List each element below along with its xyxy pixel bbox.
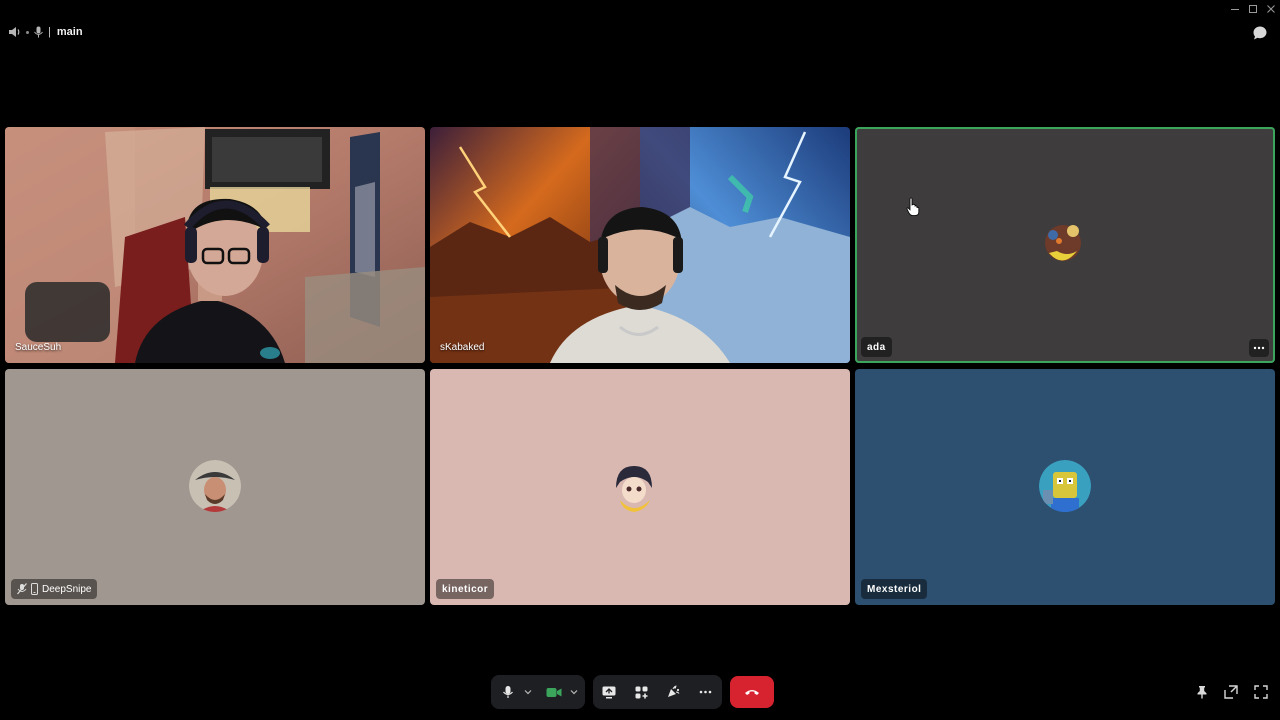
- minimize-button[interactable]: [1228, 2, 1242, 16]
- avatar-tile-ada[interactable]: ada: [855, 127, 1275, 363]
- avatar-tile-mexsteriol[interactable]: Mexsteriol: [855, 369, 1275, 605]
- participant-name-tag: sKabaked: [436, 337, 488, 357]
- participant-name-tag: kineticor: [436, 579, 495, 599]
- video-tile-skabaked[interactable]: sKabaked: [430, 127, 850, 363]
- webcam-feed: [5, 127, 425, 363]
- camera-button[interactable]: [543, 675, 565, 709]
- participant-name: Mexsteriol: [867, 583, 922, 595]
- maximize-button[interactable]: [1246, 2, 1260, 16]
- webcam-feed: [430, 127, 850, 363]
- voice-channel-header[interactable]: | main: [8, 24, 83, 40]
- maximize-icon: [1249, 5, 1257, 13]
- muted-mic-icon: [17, 583, 27, 595]
- soundboard-icon: [668, 685, 680, 697]
- participant-name-tag: DeepSnipe: [11, 579, 98, 599]
- top-bar: | main: [0, 0, 1280, 64]
- activities-icon: [635, 686, 647, 698]
- participant-name-tag: Mexsteriol: [861, 579, 928, 599]
- avatar-tile-deepsnipe[interactable]: DeepSnipe: [5, 369, 425, 605]
- chevron-down-icon: [570, 690, 578, 695]
- activities-button[interactable]: [630, 675, 652, 709]
- end-call-icon: [745, 690, 759, 695]
- avatar-tile-kineticor[interactable]: kineticor: [430, 369, 850, 605]
- close-icon: [1267, 5, 1275, 13]
- close-button[interactable]: [1264, 2, 1278, 16]
- mobile-icon: [31, 583, 38, 595]
- video-camera-icon: [546, 687, 562, 697]
- screen-share-button[interactable]: [598, 675, 620, 709]
- popout-icon: [1224, 685, 1238, 699]
- participant-name: sKabaked: [440, 341, 485, 353]
- status-dot: [26, 30, 29, 34]
- screen-share-icon: [602, 686, 616, 698]
- microphone-button[interactable]: [497, 675, 519, 709]
- participant-name: DeepSnipe: [42, 583, 92, 595]
- stage-icon: [34, 26, 43, 38]
- pin-button[interactable]: [1193, 683, 1211, 701]
- channel-name: main: [56, 26, 83, 38]
- soundboard-button[interactable]: [662, 675, 684, 709]
- participant-name-tag: SauceSuh: [11, 337, 65, 357]
- more-options-button[interactable]: [694, 675, 716, 709]
- microphone-icon: [503, 686, 513, 698]
- chevron-down-icon: [524, 690, 532, 695]
- camera-options-button[interactable]: [567, 675, 581, 709]
- speaker-icon: [8, 26, 21, 38]
- chat-bubble-icon: [1253, 26, 1267, 40]
- chat-button[interactable]: [1250, 23, 1270, 43]
- fullscreen-icon: [1254, 685, 1268, 699]
- more-icon: [699, 690, 711, 694]
- microphone-options-button[interactable]: [521, 675, 535, 709]
- avatar: [1037, 217, 1089, 269]
- participant-name: SauceSuh: [15, 341, 62, 353]
- hand-cursor-icon: [906, 197, 920, 216]
- more-icon: [1253, 346, 1265, 350]
- participant-name: ada: [867, 341, 886, 353]
- tile-options-button[interactable]: [1249, 339, 1269, 357]
- avatar: [608, 460, 660, 512]
- participant-name: kineticor: [442, 583, 489, 595]
- video-tile-saucesuh[interactable]: SauceSuh: [5, 127, 425, 363]
- fullscreen-button[interactable]: [1252, 683, 1270, 701]
- channel-separator: |: [48, 26, 51, 38]
- avatar: [189, 460, 241, 512]
- minimize-icon: [1231, 9, 1239, 10]
- disconnect-button[interactable]: [730, 676, 774, 708]
- avatar: [1039, 460, 1091, 512]
- popout-button[interactable]: [1222, 683, 1240, 701]
- pin-icon: [1197, 686, 1207, 699]
- participant-name-tag: ada: [861, 337, 892, 357]
